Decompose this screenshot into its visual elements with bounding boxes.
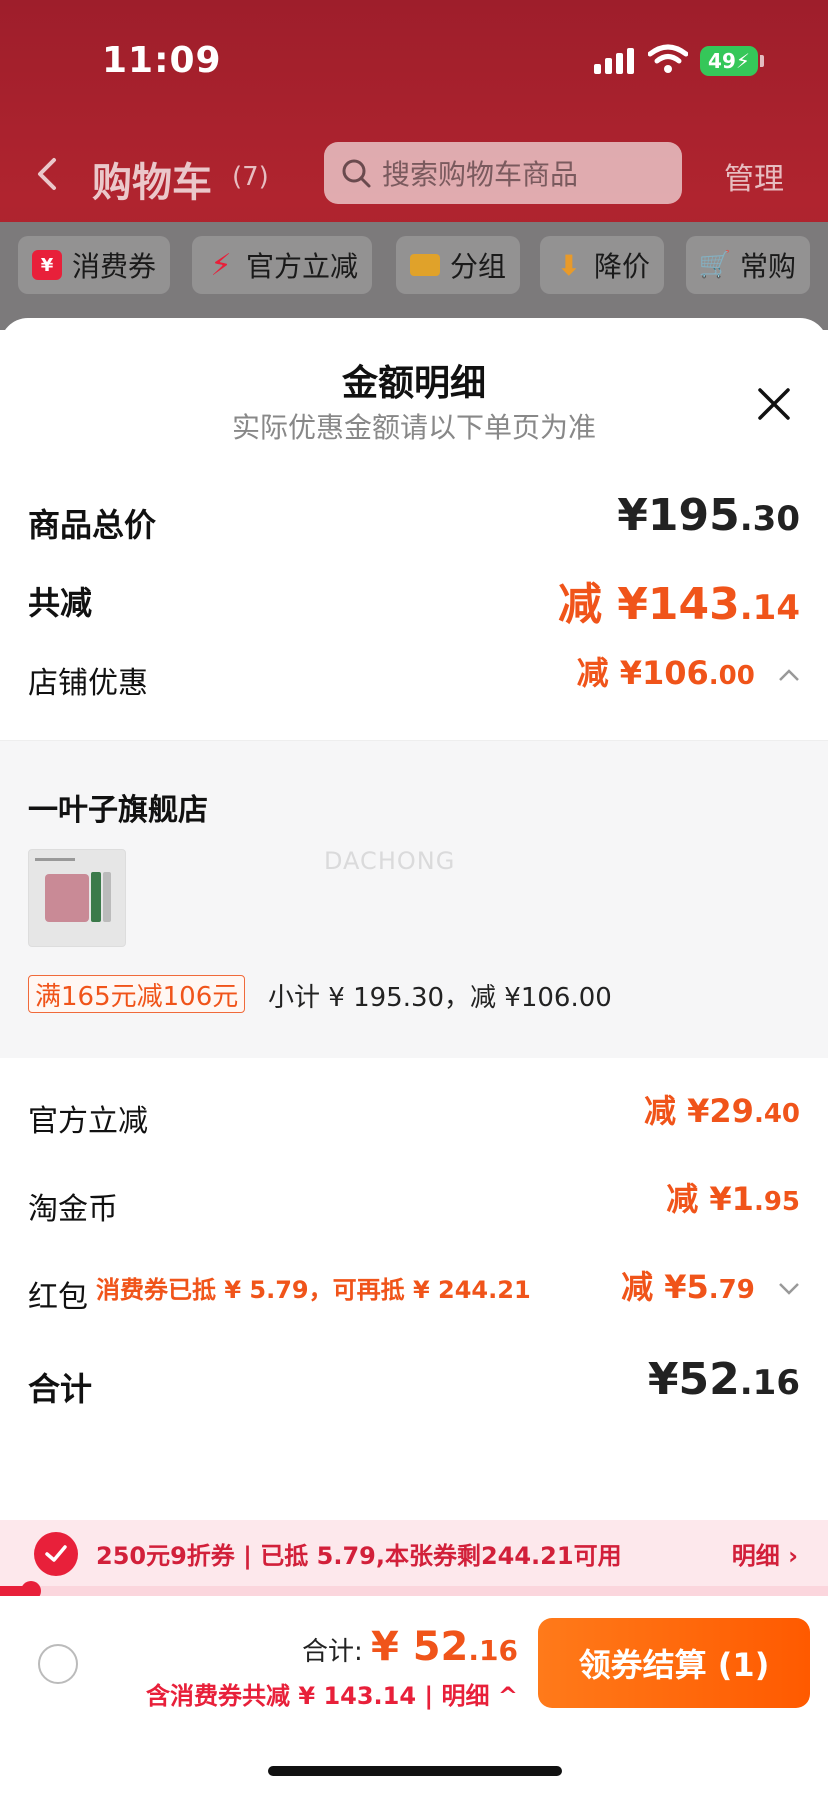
filter-label: 消费券	[72, 250, 157, 283]
close-icon[interactable]	[754, 384, 794, 424]
filter-label: 分组	[450, 250, 507, 283]
row-label: 淘金币	[28, 1192, 118, 1227]
row-value: 减 ¥5.79	[621, 1262, 800, 1308]
sheet-subtitle: 实际优惠金额请以下单页为准	[231, 411, 596, 444]
row-value: 减 ¥1.95	[666, 1180, 800, 1218]
manage-button[interactable]: 管理	[724, 154, 784, 198]
row-value: 减 ¥29.40	[643, 1092, 800, 1130]
search-icon	[342, 159, 371, 188]
row-hongbao[interactable]: 红包 消费券已抵 ¥ 5.79，可再抵 ¥ 244.21 减 ¥5.79	[28, 1262, 800, 1318]
select-all-radio[interactable]	[38, 1644, 78, 1684]
row-label: 官方立减	[28, 1104, 148, 1139]
coupon-progress	[0, 1581, 828, 1601]
cart-icon: 🛒	[698, 250, 732, 280]
checkout-button[interactable]: 领券结算 (1)	[538, 1618, 810, 1708]
folder-icon	[410, 254, 440, 276]
signal-icon	[594, 48, 636, 74]
row-official-discount: 官方立减 减 ¥29.40	[28, 1086, 800, 1142]
home-indicator	[268, 1766, 562, 1776]
row-label: 合计	[28, 1370, 93, 1408]
page-title: 购物车	[92, 160, 212, 206]
row-value: ¥52.16	[647, 1354, 800, 1405]
filter-price-drop[interactable]: ⬇ 降价	[540, 236, 665, 294]
promo-tag: 满165元减106元	[28, 975, 246, 1013]
lightning-icon: ⚡	[210, 247, 232, 283]
status-bar: 11:09 49 ⚡	[0, 0, 828, 120]
filter-label: 降价	[594, 250, 651, 283]
search-placeholder: 搜索购物车商品	[382, 158, 579, 191]
product-thumbnail[interactable]	[28, 849, 126, 947]
battery-tip	[760, 55, 764, 67]
back-icon[interactable]	[30, 152, 64, 196]
coupon-bar[interactable]: 250元9折券 | 已抵 5.79,本张券剩244.21可用 明细 ›	[0, 1520, 828, 1586]
row-label: 商品总价	[28, 506, 157, 544]
hongbao-note: 消费券已抵 ¥ 5.79，可再抵 ¥ 244.21	[96, 1276, 531, 1304]
cart-count: (7)	[232, 162, 269, 192]
filter-label: 常购	[740, 250, 797, 283]
store-subtotal: 小计 ¥ 195.30，减 ¥106.00	[268, 983, 612, 1013]
row-store-discount[interactable]: 店铺优惠 减 ¥106.00	[28, 648, 800, 704]
search-input[interactable]: 搜索购物车商品	[324, 142, 682, 204]
nav-bar: 购物车 (7) 搜索购物车商品 管理	[0, 130, 828, 220]
store-name: 一叶子旗舰店	[28, 793, 208, 828]
row-total-discount: 共减 减 ¥143.14	[28, 568, 800, 630]
row-value: ¥195.30	[617, 490, 800, 541]
saving-detail-link[interactable]: 含消费券共减 ¥ 143.14 | 明细 ^	[146, 1676, 518, 1711]
store-discount-panel: 一叶子旗舰店 DACHONG 满165元减106元 小计 ¥ 195.30，减 …	[0, 740, 828, 1058]
checkmark-icon[interactable]	[34, 1532, 78, 1576]
price-drop-icon: ⬇	[557, 248, 581, 282]
row-taojin-coin: 淘金币 减 ¥1.95	[28, 1174, 800, 1230]
total-amount: ¥ 52.16	[370, 1624, 518, 1670]
wifi-icon	[648, 44, 688, 73]
filter-label: 官方立减	[246, 250, 359, 283]
row-total-price: 商品总价 ¥195.30	[28, 490, 800, 546]
filter-official-discount[interactable]: ⚡ 官方立减	[192, 236, 373, 294]
row-label: 共减	[28, 584, 93, 622]
sheet-title: 金额明细	[341, 363, 486, 404]
row-label: 红包	[28, 1280, 88, 1315]
row-sum: 合计 ¥52.16	[28, 1354, 800, 1410]
battery-indicator: 49 ⚡	[700, 46, 758, 76]
total-line: 合计: ¥ 52.16	[302, 1624, 518, 1670]
row-label: 店铺优惠	[28, 666, 148, 701]
checkout-bar: 合计: ¥ 52.16 含消费券共减 ¥ 143.14 | 明细 ^ 领券结算 …	[0, 1596, 828, 1796]
row-value: 减 ¥143.14	[557, 579, 800, 630]
filter-coupon[interactable]: ¥ 消费券	[18, 236, 171, 294]
filter-bar: ¥ 消费券 ⚡ 官方立减 分组 ⬇ 降价 🛒 常购	[0, 222, 828, 330]
filter-group[interactable]: 分组	[396, 236, 521, 294]
coupon-text: 250元9折券 | 已抵 5.79,本张券剩244.21可用	[96, 1542, 622, 1570]
chevron-up-icon	[779, 669, 799, 681]
coupon-detail-link[interactable]: 明细 ›	[732, 1536, 798, 1571]
filter-frequent[interactable]: 🛒 常购	[686, 236, 811, 294]
coupon-icon: ¥	[32, 250, 62, 280]
total-label: 合计:	[301, 1637, 371, 1667]
row-value: 减 ¥106.00	[577, 648, 800, 694]
chevron-down-icon	[779, 1283, 799, 1295]
watermark-text: DACHONG	[324, 847, 456, 875]
status-time: 11:09	[102, 40, 222, 81]
